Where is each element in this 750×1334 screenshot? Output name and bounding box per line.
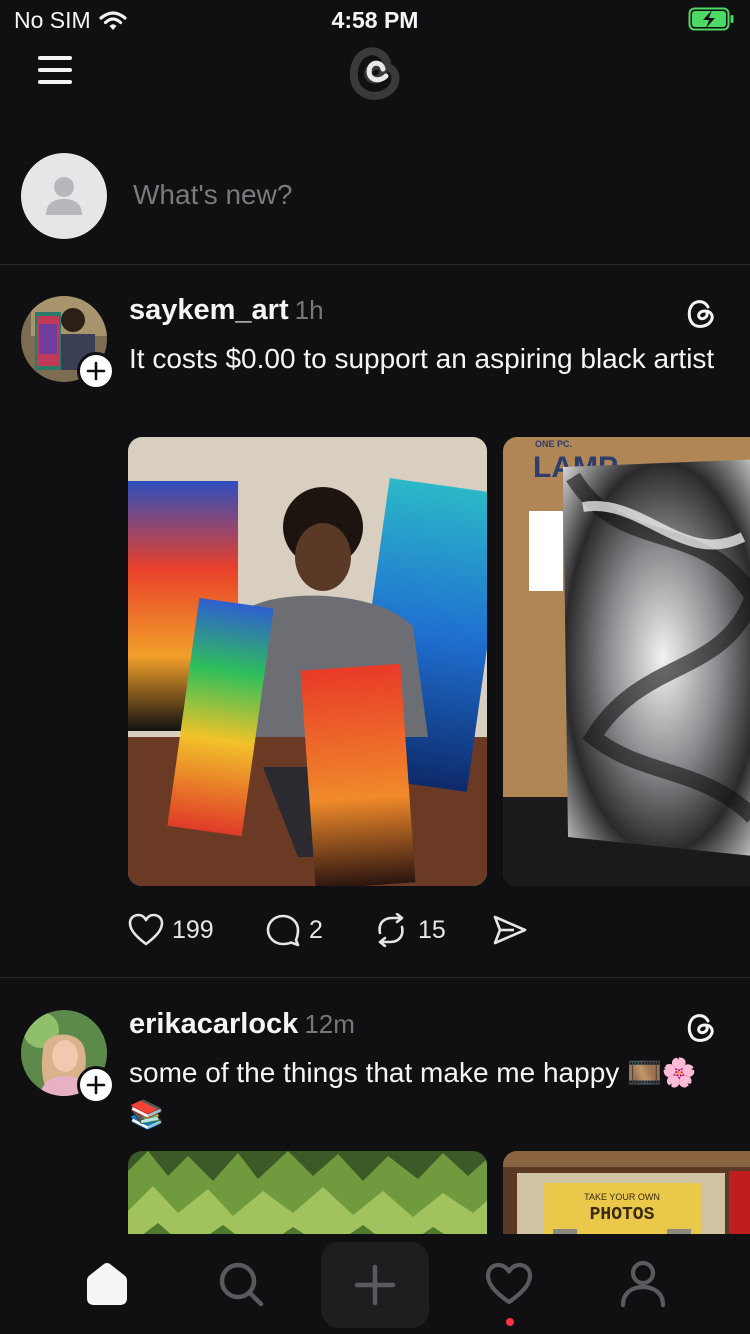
home-icon	[87, 1262, 127, 1305]
threads-logo-icon[interactable]	[343, 40, 407, 104]
battery-charging-icon	[688, 7, 736, 36]
activity-notification-dot	[506, 1318, 514, 1326]
post-image[interactable]	[128, 1151, 487, 1239]
reply-button[interactable]: 2	[265, 913, 323, 947]
post-actions: 199 2 15	[128, 913, 628, 953]
tab-new-post[interactable]	[321, 1242, 429, 1328]
repost-button[interactable]: 15	[372, 913, 446, 947]
author-avatar[interactable]	[21, 1010, 115, 1104]
share-icon	[493, 915, 527, 945]
username-label[interactable]: erikacarlock	[129, 1008, 298, 1040]
menu-icon[interactable]	[36, 52, 76, 86]
post-image[interactable]	[128, 437, 487, 886]
photo-booth-photo: TAKE YOUR OWN PHOTOS	[503, 1151, 750, 1239]
follow-button[interactable]	[77, 1066, 115, 1104]
repost-icon	[378, 913, 404, 947]
like-button[interactable]: 199	[128, 913, 214, 947]
sign-top-text: ONE PC.	[535, 439, 572, 449]
plus-icon	[86, 1075, 106, 1095]
comment-icon	[266, 914, 300, 947]
tab-home[interactable]	[77, 1256, 137, 1312]
post-username[interactable]: saykem_art 1h	[129, 294, 324, 327]
repost-count: 15	[418, 915, 446, 944]
post[interactable]: erikacarlock 12m some of the things that …	[0, 979, 750, 1239]
tab-profile[interactable]	[613, 1256, 673, 1312]
top-bar	[0, 40, 750, 110]
post-time: 1h	[294, 295, 324, 325]
post-text: It costs $0.00 to support an aspiring bl…	[129, 343, 715, 374]
share-button[interactable]	[492, 913, 528, 947]
author-avatar[interactable]	[21, 296, 115, 390]
like-count: 199	[172, 915, 214, 944]
username-label[interactable]: saykem_art	[129, 294, 289, 326]
clock: 4:58 PM	[331, 7, 419, 33]
status-bar: No SIM 4:58 PM	[0, 0, 750, 40]
booth-sign-top-text: TAKE YOUR OWN	[584, 1192, 660, 1202]
post-username[interactable]: erikacarlock 12m	[129, 1008, 355, 1041]
plus-icon	[86, 361, 106, 381]
post-image[interactable]: TAKE YOUR OWN PHOTOS	[503, 1151, 750, 1239]
tab-search[interactable]	[211, 1256, 271, 1312]
search-icon	[219, 1262, 264, 1307]
follow-button[interactable]	[77, 352, 115, 390]
post-image[interactable]: ONE PC. LAMP	[503, 437, 750, 886]
reply-count: 2	[309, 915, 323, 944]
avatar[interactable]	[21, 153, 107, 239]
booth-sign-main-text: PHOTOS	[590, 1205, 655, 1225]
marbled-painting-photo: ONE PC. LAMP	[503, 437, 750, 886]
post-text: some of the things that make me happy 🎞️…	[129, 1057, 697, 1130]
plants-photo	[128, 1151, 487, 1239]
tab-activity[interactable]	[479, 1256, 539, 1312]
new-post-icon	[354, 1264, 396, 1306]
threads-badge-icon[interactable]	[683, 295, 719, 331]
post-time: 12m	[304, 1009, 355, 1039]
artist-with-paintings-photo	[128, 437, 487, 886]
composer[interactable]: What's new?	[0, 150, 750, 265]
heart-icon	[128, 913, 164, 946]
profile-icon	[620, 1260, 666, 1308]
post[interactable]: saykem_art 1h It costs $0.00 to support a…	[0, 265, 750, 978]
composer-input[interactable]: What's new?	[133, 179, 292, 211]
tab-bar	[0, 1234, 750, 1334]
threads-badge-icon[interactable]	[683, 1009, 719, 1045]
activity-icon	[485, 1262, 533, 1305]
default-avatar-icon	[46, 177, 82, 215]
